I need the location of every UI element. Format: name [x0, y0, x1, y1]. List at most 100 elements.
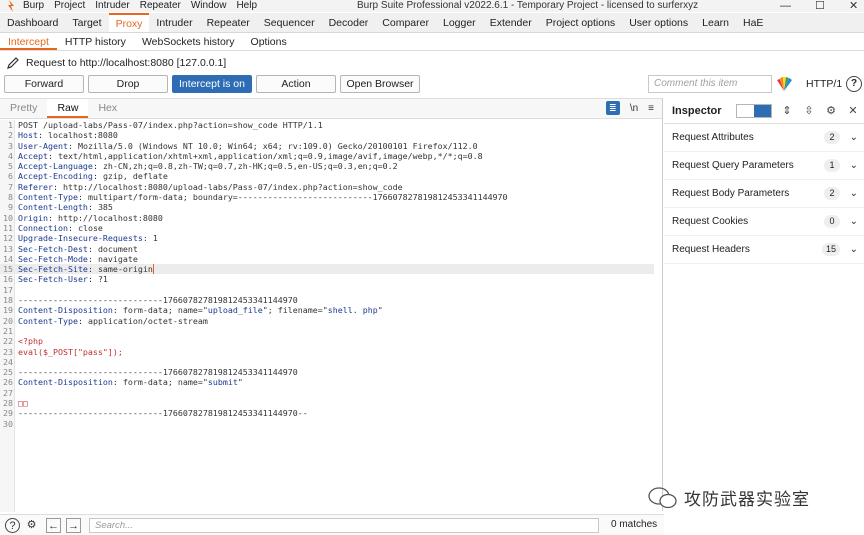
line-content: Content-Disposition: form-data; name="up… — [18, 305, 383, 316]
tab-repeater[interactable]: Repeater — [200, 13, 257, 32]
tab-hae[interactable]: HaE — [736, 13, 770, 32]
line-content: -----------------------------17660782781… — [18, 295, 298, 306]
minimize-icon[interactable]: — — [780, 0, 791, 12]
line-number: 11 — [3, 222, 13, 233]
tab-learn[interactable]: Learn — [695, 13, 736, 32]
editor-tab-hex[interactable]: Hex — [88, 99, 127, 118]
chevron-down-icon[interactable]: ⌄ — [850, 188, 858, 199]
forward-button[interactable]: Forward — [4, 75, 84, 93]
editor-tab-raw[interactable]: Raw — [47, 99, 89, 118]
chevron-down-icon[interactable]: ⌄ — [850, 244, 858, 255]
wrap-lines-icon[interactable]: ≣ — [605, 101, 620, 115]
watermark: 攻防武器实验室 — [648, 485, 810, 510]
menu-burp[interactable]: Burp — [18, 0, 49, 12]
inspector-section-request-query-parameters[interactable]: Request Query Parameters 1 ⌄ — [664, 152, 864, 180]
tab-target[interactable]: Target — [65, 13, 108, 32]
subtab-options[interactable]: Options — [243, 33, 295, 50]
line-content: -----------------------------17660782781… — [18, 408, 308, 419]
line-number: 6 — [8, 171, 13, 182]
request-body-editor[interactable]: 1 POST /upload-labs/Pass-07/index.php?act… — [0, 120, 662, 512]
inspector-section-request-cookies[interactable]: Request Cookies 0 ⌄ — [664, 208, 864, 236]
tab-proxy[interactable]: Proxy — [108, 13, 150, 32]
tab-extender[interactable]: Extender — [483, 13, 539, 32]
request-line: 18 -----------------------------176607827… — [0, 295, 662, 305]
request-line: 28 □□ — [0, 398, 662, 408]
tab-logger[interactable]: Logger — [436, 13, 483, 32]
line-content: Origin: http://localhost:8080 — [18, 212, 163, 223]
maximize-icon[interactable]: ☐ — [815, 0, 825, 12]
subtab-intercept[interactable]: Intercept — [0, 33, 57, 50]
request-line: 17 — [0, 285, 662, 295]
line-number: 27 — [3, 387, 13, 398]
menu-project[interactable]: Project — [49, 0, 90, 12]
open-browser-button[interactable]: Open Browser — [340, 75, 420, 93]
line-content: eval($_POST["pass"]); — [18, 346, 123, 357]
chevron-down-icon[interactable]: ⌄ — [850, 216, 858, 227]
line-content: Accept: text/html,application/xhtml+xml,… — [18, 150, 483, 161]
request-line: 9 Content-Length: 385 — [0, 202, 662, 212]
menu-window[interactable]: Window — [186, 0, 232, 12]
chevron-down-icon[interactable]: ⌄ — [850, 160, 858, 171]
editor-tabs: Pretty Raw Hex ≣ \n ≡ — [0, 99, 662, 119]
inspector-layout-toggle[interactable] — [736, 104, 772, 118]
expand-icon[interactable]: ⇕ — [780, 104, 794, 118]
inspector-section-request-attributes[interactable]: Request Attributes 2 ⌄ — [664, 124, 864, 152]
newline-toggle-icon[interactable]: \n — [630, 103, 638, 114]
editor-menu-icon[interactable]: ≡ — [648, 103, 654, 114]
subtab-websockets-history[interactable]: WebSockets history — [134, 33, 243, 50]
section-label: Request Attributes — [672, 132, 754, 143]
comment-input[interactable]: Comment this item — [648, 75, 772, 93]
menu-repeater[interactable]: Repeater — [135, 0, 186, 12]
main-tabs: Dashboard Target Proxy Intruder Repeater Sequ… — [0, 13, 864, 33]
line-content: Content-Type: multipart/form-data; bound… — [18, 192, 508, 203]
menu-intruder[interactable]: Intruder — [90, 0, 134, 12]
line-content: <?php — [18, 336, 43, 347]
chevron-down-icon[interactable]: ⌄ — [850, 132, 858, 143]
tab-comparer[interactable]: Comparer — [375, 13, 436, 32]
section-label: Request Body Parameters — [672, 188, 790, 199]
tab-sequencer[interactable]: Sequencer — [257, 13, 322, 32]
help-icon[interactable]: ? — [846, 76, 862, 92]
request-line: 30 — [0, 419, 662, 429]
line-number: 29 — [3, 408, 13, 419]
intercept-toggle-button[interactable]: Intercept is on — [172, 75, 252, 93]
request-info: Request to http://localhost:8080 [127.0.… — [0, 54, 864, 72]
tab-decoder[interactable]: Decoder — [322, 13, 376, 32]
line-content: Host: localhost:8080 — [18, 130, 118, 141]
drop-button[interactable]: Drop — [88, 75, 168, 93]
search-bar: ? ⚙ ← → Search... 0 matches — [0, 514, 664, 535]
subtab-http-history[interactable]: HTTP history — [57, 33, 134, 50]
tab-project-options[interactable]: Project options — [539, 13, 622, 32]
tab-user-options[interactable]: User options — [622, 13, 695, 32]
settings-gear-icon[interactable]: ⚙ — [824, 104, 838, 118]
editor-tab-pretty[interactable]: Pretty — [0, 99, 47, 118]
http-version-selector[interactable]: HTTP/1 — [806, 75, 842, 93]
inspector-section-request-headers[interactable]: Request Headers 15 ⌄ — [664, 236, 864, 264]
wechat-logo-icon — [648, 486, 677, 508]
line-content: Connection: close — [18, 222, 103, 233]
help-circle-icon[interactable]: ? — [5, 518, 20, 533]
line-content: -----------------------------17660782781… — [18, 367, 298, 378]
window-title: Burp Suite Professional v2022.6.1 - Temp… — [357, 0, 699, 11]
inspector-section-request-body-parameters[interactable]: Request Body Parameters 2 ⌄ — [664, 180, 864, 208]
action-button[interactable]: Action — [256, 75, 336, 93]
search-input[interactable]: Search... — [89, 518, 599, 533]
line-content: Accept-Encoding: gzip, deflate — [18, 171, 168, 182]
line-number: 22 — [3, 336, 13, 347]
line-content: Sec-Fetch-Site: same-origin — [18, 264, 154, 275]
next-match-icon[interactable]: → — [66, 518, 81, 533]
collapse-icon[interactable]: ⇳ — [802, 104, 816, 118]
line-content: □□ — [18, 398, 28, 409]
tab-dashboard[interactable]: Dashboard — [0, 13, 65, 32]
close-inspector-icon[interactable]: ✕ — [846, 104, 860, 118]
section-count-badge: 15 — [821, 243, 840, 256]
search-settings-gear-icon[interactable]: ⚙ — [24, 518, 39, 533]
line-content: Content-Disposition: form-data; name="su… — [18, 377, 243, 388]
previous-match-icon[interactable]: ← — [46, 518, 61, 533]
request-line: 10 Origin: http://localhost:8080 — [0, 213, 662, 223]
close-icon[interactable]: ✕ — [849, 0, 858, 12]
proxy-sub-tabs: Intercept HTTP history WebSockets history O… — [0, 33, 864, 51]
menu-help[interactable]: Help — [231, 0, 262, 12]
highlight-color-icon[interactable] — [775, 76, 793, 92]
tab-intruder[interactable]: Intruder — [149, 13, 199, 32]
